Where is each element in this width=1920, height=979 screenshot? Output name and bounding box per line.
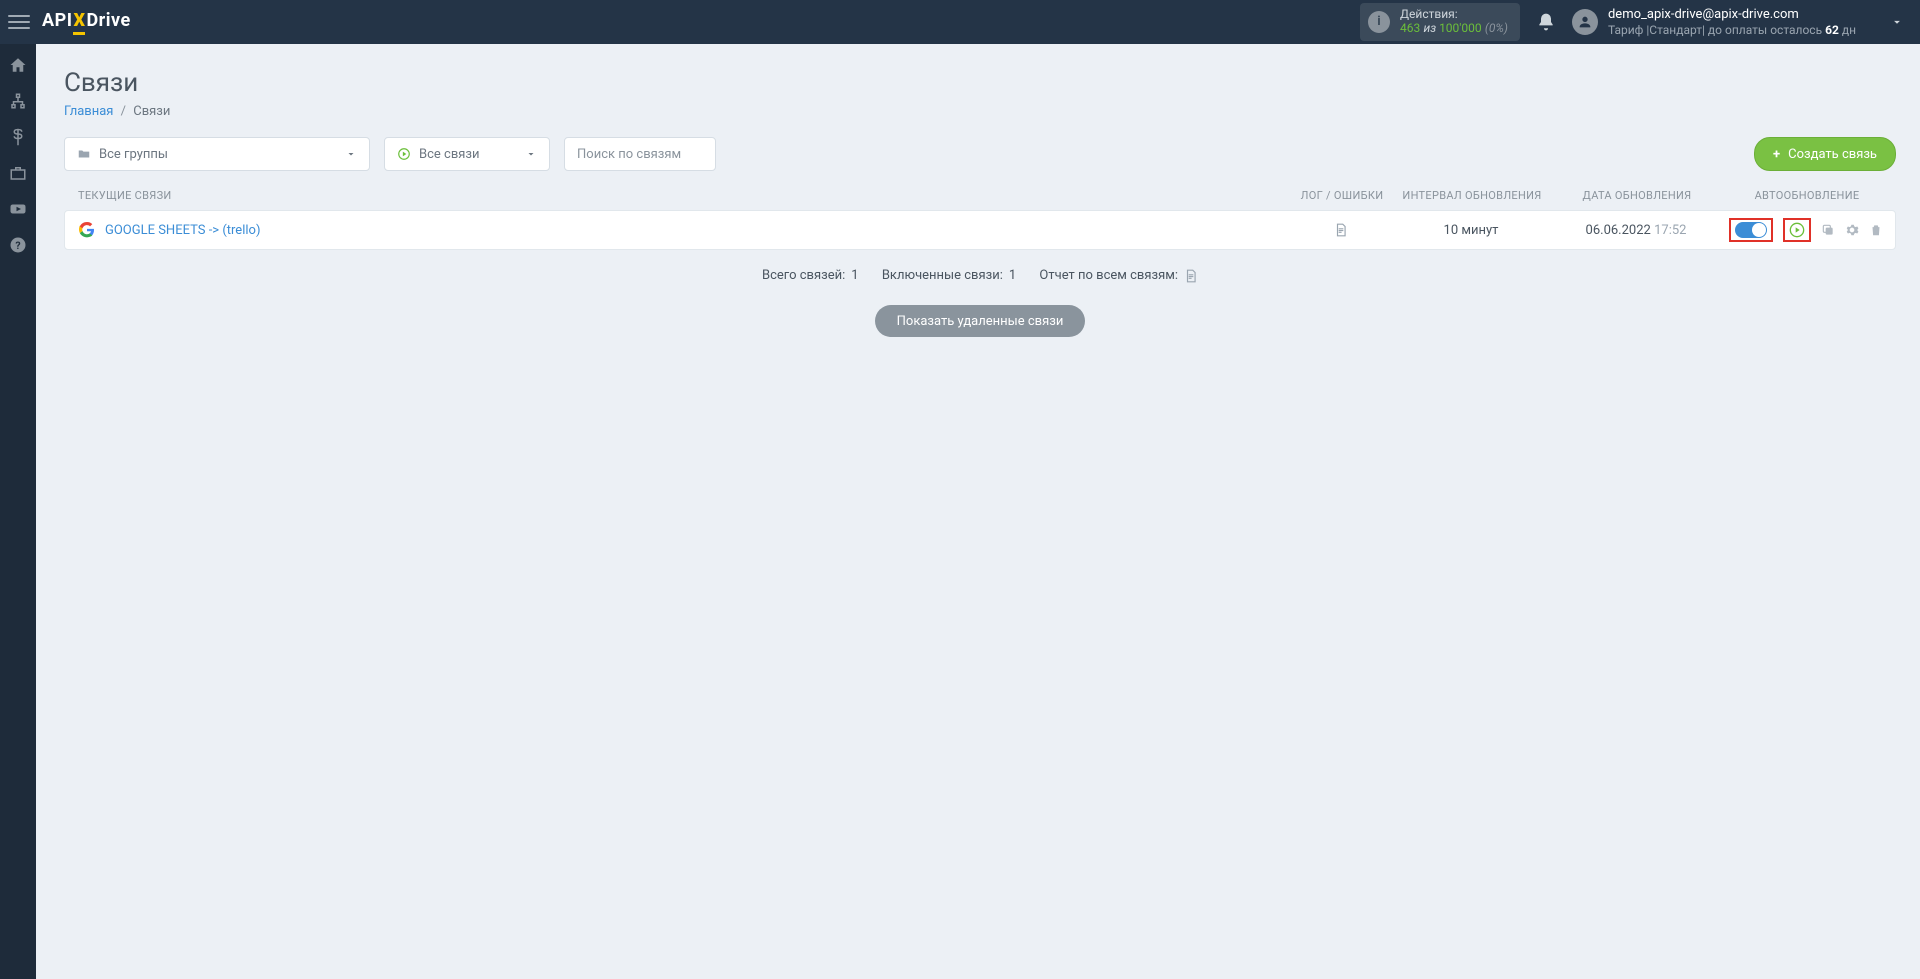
groups-select-label: Все группы	[99, 147, 168, 162]
interval-cell: 10 минут	[1391, 223, 1551, 238]
th-log: ЛОГ / ОШИБКИ	[1292, 189, 1392, 202]
avatar-icon	[1572, 9, 1598, 35]
connections-select-label: Все связи	[419, 147, 480, 162]
actions-title: Действия:	[1400, 7, 1508, 21]
report-icon[interactable]	[1184, 269, 1198, 283]
logo-text-drive: Drive	[86, 10, 130, 31]
user-tariff: Тариф |Стандарт| до оплаты осталось 62 д…	[1608, 23, 1856, 37]
side-rail: ?	[0, 44, 36, 979]
log-icon[interactable]	[1334, 223, 1348, 237]
th-name: ТЕКУЩИЕ СВЯЗИ	[68, 189, 1292, 202]
breadcrumb: Главная / Связи	[64, 104, 1896, 119]
top-header: APIXDrive i Действия: 463 из 100'000 (0%…	[0, 0, 1920, 44]
google-icon	[79, 222, 95, 238]
chevron-down-icon	[525, 148, 537, 160]
row-actions	[1721, 218, 1891, 242]
breadcrumb-home[interactable]: Главная	[64, 104, 113, 119]
highlight-run	[1783, 218, 1811, 242]
connection-link[interactable]: GOOGLE SHEETS -> (trello)	[105, 223, 260, 238]
create-connection-label: Создать связь	[1788, 147, 1877, 162]
breadcrumb-current: Связи	[133, 104, 170, 119]
copy-button[interactable]	[1821, 223, 1835, 237]
enabled-label: Включенные связи:	[882, 268, 1003, 283]
create-connection-button[interactable]: + Создать связь	[1754, 137, 1896, 171]
logo-text-x: X	[73, 10, 85, 35]
menu-toggle-button[interactable]	[8, 15, 30, 29]
user-menu[interactable]: demo_apix-drive@apix-drive.com Тариф |Ст…	[1572, 7, 1904, 37]
report-label: Отчет по всем связям:	[1039, 268, 1178, 283]
main-content: Связи Главная / Связи Все группы Все свя…	[36, 44, 1920, 979]
page-title: Связи	[64, 68, 1896, 98]
chevron-down-icon[interactable]	[1890, 15, 1904, 29]
search-field-wrap	[564, 137, 716, 171]
total-count: 1	[851, 268, 858, 283]
date-cell: 06.06.2022 17:52	[1551, 223, 1721, 238]
summary-line: Всего связей: 1 Включенные связи: 1 Отче…	[64, 268, 1896, 283]
total-label: Всего связей:	[762, 268, 845, 283]
search-input[interactable]	[577, 147, 703, 162]
settings-button[interactable]	[1845, 223, 1859, 237]
sitemap-icon[interactable]	[9, 92, 27, 110]
table-header: ТЕКУЩИЕ СВЯЗИ ЛОГ / ОШИБКИ ИНТЕРВАЛ ОБНО…	[64, 189, 1896, 202]
play-circle-icon	[397, 147, 411, 161]
youtube-icon[interactable]	[9, 200, 27, 218]
show-deleted-button[interactable]: Показать удаленные связи	[875, 305, 1086, 337]
dollar-icon[interactable]	[9, 128, 27, 146]
highlight-toggle	[1729, 218, 1773, 242]
actions-counter[interactable]: i Действия: 463 из 100'000 (0%)	[1360, 3, 1520, 41]
bell-icon[interactable]	[1536, 12, 1556, 32]
run-now-button[interactable]	[1789, 222, 1805, 238]
logo[interactable]: APIXDrive	[42, 10, 131, 35]
groups-select[interactable]: Все группы	[64, 137, 370, 171]
connections-select[interactable]: Все связи	[384, 137, 550, 171]
th-interval: ИНТЕРВАЛ ОБНОВЛЕНИЯ	[1392, 189, 1552, 202]
folder-icon	[77, 147, 91, 161]
briefcase-icon[interactable]	[9, 164, 27, 182]
delete-button[interactable]	[1869, 223, 1883, 237]
filters-row: Все группы Все связи + Создать связь	[64, 137, 1896, 171]
auto-update-toggle[interactable]	[1735, 222, 1767, 238]
logo-text-api: API	[42, 10, 72, 31]
table-row: GOOGLE SHEETS -> (trello) 10 минут 06.06…	[64, 210, 1896, 250]
plus-icon: +	[1773, 147, 1780, 162]
user-email: demo_apix-drive@apix-drive.com	[1608, 7, 1856, 23]
home-icon[interactable]	[9, 56, 27, 74]
actions-sub: 463 из 100'000 (0%)	[1400, 21, 1508, 37]
th-date: ДАТА ОБНОВЛЕНИЯ	[1552, 189, 1722, 202]
svg-text:?: ?	[15, 239, 20, 252]
chevron-down-icon	[345, 148, 357, 160]
help-icon[interactable]: ?	[9, 236, 27, 254]
th-auto: АВТООБНОВЛЕНИЕ	[1722, 189, 1892, 202]
enabled-count: 1	[1009, 268, 1016, 283]
info-icon: i	[1368, 11, 1390, 33]
